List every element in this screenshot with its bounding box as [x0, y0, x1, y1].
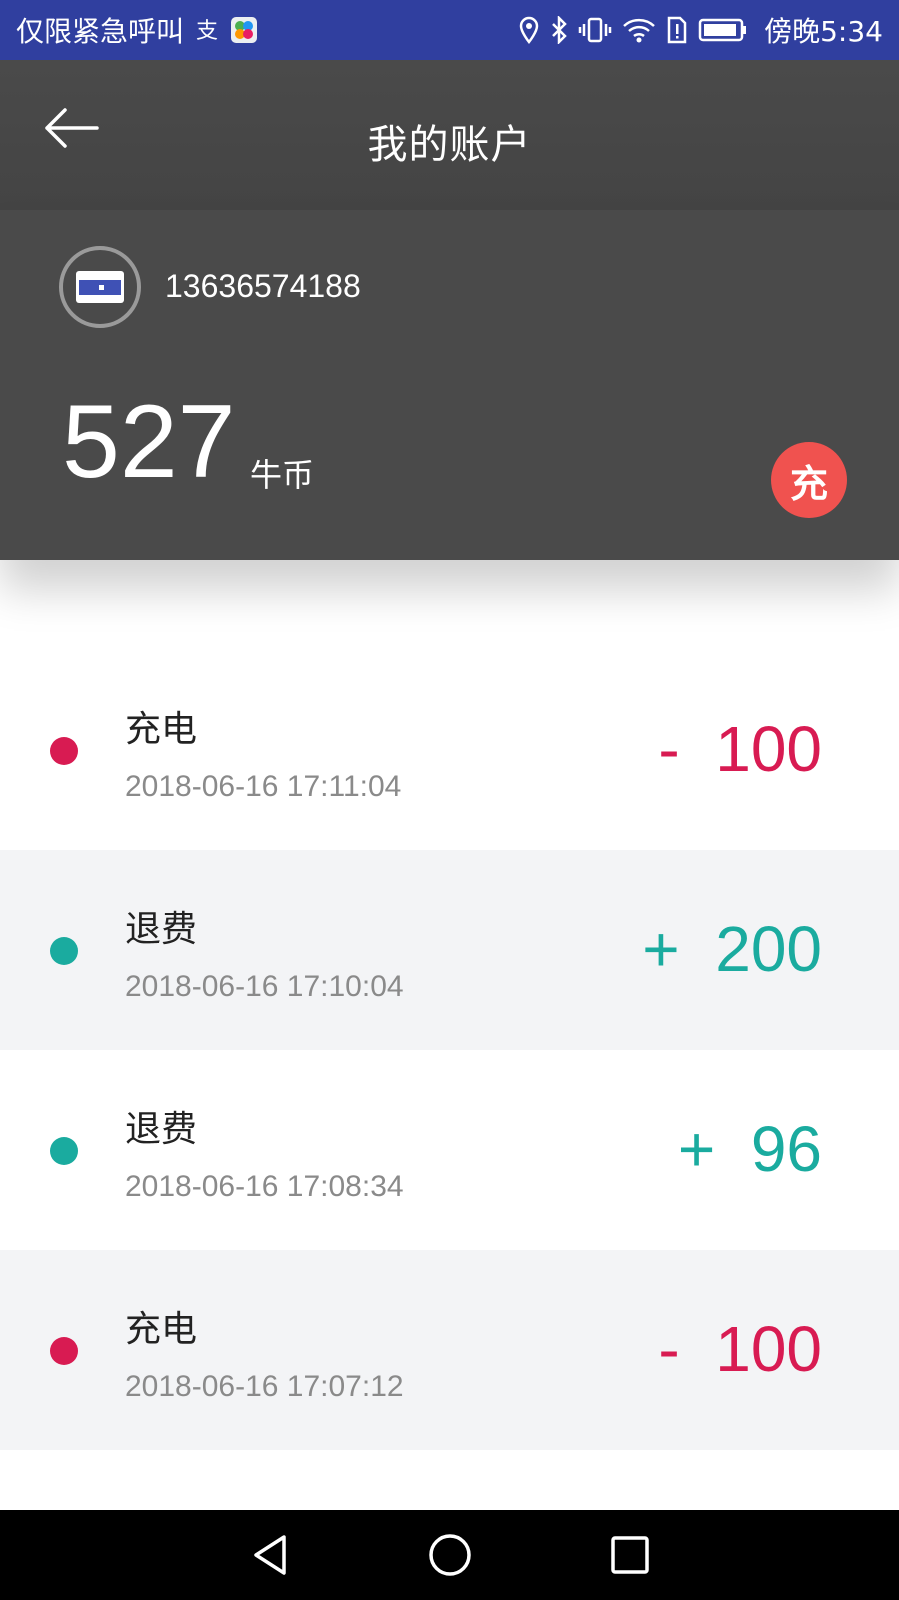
transaction-time: 2018-06-16 17:10:04 — [125, 970, 404, 1003]
back-triangle-icon — [253, 1535, 286, 1575]
wallet-card-icon — [76, 271, 124, 303]
card-avatar — [59, 246, 141, 328]
recents-square-icon — [610, 1536, 649, 1574]
sim-alert-icon — [666, 15, 688, 45]
location-icon — [518, 15, 540, 45]
transaction-time: 2018-06-16 17:08:34 — [125, 1170, 404, 1203]
transaction-title: 退费 — [125, 909, 198, 950]
balance-value: 527 — [62, 384, 236, 500]
account-header: 13636574188 527 牛币 充 — [0, 210, 899, 560]
home-circle-icon — [428, 1534, 471, 1576]
transaction-title: 充电 — [125, 1309, 198, 1350]
bluetooth-icon — [550, 15, 568, 45]
status-bar: 仅限紧急呼叫 支 傍晚5:34 — [0, 0, 899, 60]
account-number: 13636574188 — [165, 268, 361, 304]
transaction-title: 充电 — [125, 709, 198, 750]
transaction-row[interactable]: 退费 2018-06-16 17:10:04 + 200 — [0, 850, 899, 1050]
transaction-status-dot — [50, 1337, 78, 1365]
vibrate-icon — [578, 15, 612, 45]
transaction-time: 2018-06-16 17:11:04 — [125, 770, 402, 803]
status-time: 傍晚5:34 — [764, 15, 883, 48]
balance-unit: 牛币 — [250, 456, 315, 494]
transaction-time: 2018-06-16 17:07:12 — [125, 1370, 404, 1403]
app-notification-icon — [230, 15, 258, 45]
transaction-list: 充电 2018-06-16 17:11:04 - 100 退费 2018-06-16 1… — [0, 650, 899, 1510]
transaction-row[interactable]: 充电 2018-06-16 17:11:04 - 100 — [0, 650, 899, 850]
recharge-button[interactable]: 充 — [771, 442, 847, 518]
transaction-amount: + 200 — [642, 913, 822, 985]
transaction-row[interactable]: 充电 2018-06-16 17:07:12 - 100 — [0, 1250, 899, 1450]
navigation-bar — [0, 1510, 899, 1600]
nav-home-button[interactable] — [425, 1530, 475, 1580]
transaction-title: 退费 — [125, 1109, 198, 1150]
toolbar: 我的账户 — [0, 60, 899, 210]
status-carrier-text: 仅限紧急呼叫 — [16, 15, 185, 48]
status-left: 仅限紧急呼叫 支 — [16, 10, 258, 50]
wifi-icon — [622, 15, 656, 45]
transaction-status-dot — [50, 937, 78, 965]
nav-back-button[interactable] — [245, 1530, 295, 1580]
alipay-icon: 支 — [194, 15, 220, 45]
transaction-title: 退费 — [125, 1500, 197, 1510]
status-right: 傍晚5:34 — [518, 10, 883, 50]
transaction-amount: + 96 — [677, 1113, 822, 1185]
nav-recents-button[interactable] — [605, 1530, 655, 1580]
transaction-amount: - 100 — [658, 1313, 822, 1385]
svg-text:支: 支 — [196, 19, 218, 43]
transaction-row[interactable]: 退费 2018-06-16 17:08:34 + 96 — [0, 1050, 899, 1250]
transaction-row[interactable]: 退费 — [0, 1450, 899, 1510]
transaction-status-dot — [50, 737, 78, 765]
transaction-amount: - 100 — [658, 713, 822, 785]
transaction-status-dot — [50, 1137, 78, 1165]
battery-icon — [698, 15, 748, 45]
page-title: 我的账户 — [367, 122, 532, 168]
